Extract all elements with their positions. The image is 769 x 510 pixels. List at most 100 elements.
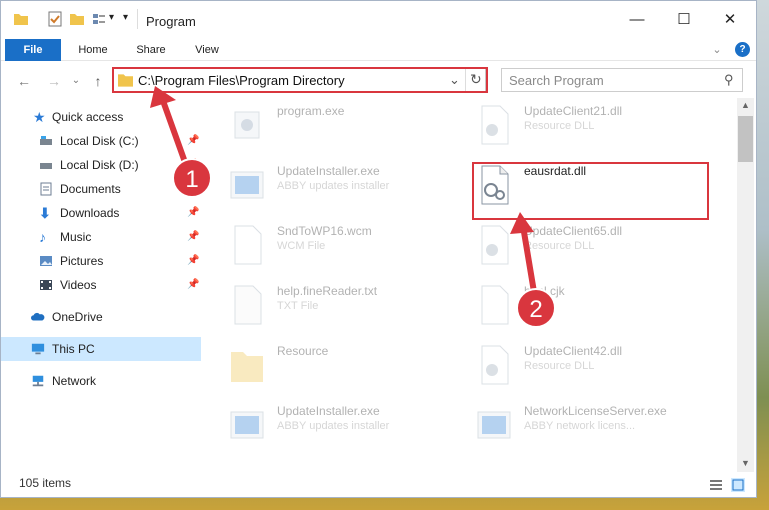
tab-file[interactable]: File bbox=[5, 39, 61, 61]
sidebar-item-label: Documents bbox=[60, 182, 121, 196]
folder-icon bbox=[231, 352, 263, 382]
sidebar-item-label: Pictures bbox=[60, 254, 104, 268]
file-type: ABBY network licens... bbox=[524, 420, 636, 432]
sidebar-item-label: This PC bbox=[52, 342, 95, 356]
file-item[interactable]: html.cjk bbox=[476, 278, 716, 330]
file-item[interactable]: SndToWP16.wcm WCM File bbox=[229, 218, 469, 270]
sidebar-item-label: Local Disk (D:) bbox=[60, 158, 139, 172]
file-name: UpdateClient21.dll bbox=[524, 104, 623, 118]
step-2-badge: 2 bbox=[516, 288, 556, 328]
customize-toolbar-icon[interactable]: ▾ bbox=[123, 12, 128, 23]
file-item[interactable]: help.fineReader.txt TXT File bbox=[229, 278, 469, 330]
large-icons-view-icon[interactable] bbox=[731, 478, 745, 492]
sidebar-item-music[interactable]: ♪ Music 📌 bbox=[1, 225, 201, 249]
installer-icon bbox=[477, 411, 511, 439]
minimize-button[interactable]: — bbox=[614, 5, 660, 33]
drive-icon bbox=[40, 136, 52, 145]
forward-button[interactable]: → bbox=[45, 72, 63, 90]
sidebar-item-pictures[interactable]: Pictures 📌 bbox=[1, 249, 201, 273]
file-name: UpdateInstaller.exe bbox=[277, 404, 380, 418]
file-item[interactable]: UpdateClient42.dll Resource DLL bbox=[476, 338, 716, 390]
sidebar-item-local-disk-d[interactable]: Local Disk (D:) 📌 bbox=[1, 153, 201, 177]
folder-item[interactable]: Resource bbox=[229, 338, 469, 390]
pictures-icon bbox=[40, 256, 52, 266]
up-button[interactable]: ↑ bbox=[89, 72, 107, 90]
file-item[interactable]: NetworkLicenseServer.exe ABBY network li… bbox=[476, 398, 716, 450]
expand-ribbon-icon[interactable]: ⌄ bbox=[709, 39, 725, 61]
back-button[interactable]: ← bbox=[15, 72, 33, 90]
file-icon bbox=[234, 225, 262, 265]
text-file-icon bbox=[234, 285, 262, 325]
ribbon-tabs: File Home Share View ⌄ ? bbox=[1, 39, 756, 61]
sidebar-item-videos[interactable]: Videos 📌 bbox=[1, 273, 201, 297]
dll-file-icon bbox=[481, 345, 509, 385]
scroll-down-icon[interactable]: ▼ bbox=[741, 458, 750, 468]
sidebar-item-documents[interactable]: Documents 📌 bbox=[1, 177, 201, 201]
pin-icon: 📌 bbox=[187, 279, 200, 290]
file-item[interactable]: UpdateInstaller.exe ABBY updates install… bbox=[229, 398, 469, 450]
file-item[interactable]: UpdateClient21.dll Resource DLL bbox=[476, 98, 716, 150]
tab-home[interactable]: Home bbox=[71, 39, 115, 61]
file-name: UpdateInstaller.exe bbox=[277, 164, 380, 178]
close-button[interactable]: ✕ bbox=[707, 5, 753, 33]
file-item[interactable]: program.exe bbox=[229, 98, 469, 150]
window-title: Program bbox=[146, 14, 196, 29]
sidebar-item-local-disk-c[interactable]: Local Disk (C:) 📌 bbox=[1, 129, 201, 153]
file-type: Resource DLL bbox=[524, 120, 595, 132]
pin-icon: 📌 bbox=[187, 231, 200, 242]
new-folder-icon[interactable] bbox=[69, 11, 85, 27]
divider bbox=[137, 9, 138, 29]
file-name: NetworkLicenseServer.exe bbox=[524, 404, 667, 418]
search-input[interactable]: Search Program ⚲ bbox=[501, 68, 743, 92]
pc-icon bbox=[31, 343, 45, 355]
file-item[interactable]: UpdateInstaller.exe ABBY updates install… bbox=[229, 158, 469, 210]
videos-icon bbox=[40, 280, 52, 290]
view-options-icon[interactable] bbox=[91, 11, 107, 27]
tab-view[interactable]: View bbox=[185, 39, 229, 61]
help-icon[interactable]: ? bbox=[735, 42, 750, 57]
file-type: ABBY updates installer bbox=[277, 180, 390, 192]
installer-icon bbox=[230, 411, 264, 439]
music-icon: ♪ bbox=[39, 229, 46, 245]
sidebar-item-label: Local Disk (C:) bbox=[60, 134, 139, 148]
search-icon[interactable]: ⚲ bbox=[724, 72, 734, 88]
item-count: 105 items bbox=[19, 476, 72, 490]
status-bar: 105 items bbox=[1, 473, 756, 497]
pin-icon: 📌 bbox=[187, 255, 200, 266]
properties-icon[interactable] bbox=[47, 11, 63, 27]
file-name: UpdateClient42.dll bbox=[524, 344, 623, 358]
sidebar-item-label: Network bbox=[52, 374, 97, 388]
file-icon bbox=[481, 285, 509, 325]
sidebar-item-quick-access[interactable]: ★ Quick access bbox=[1, 105, 201, 129]
drive-icon bbox=[40, 163, 52, 169]
maximize-button[interactable]: ☐ bbox=[661, 5, 707, 33]
download-icon: ⬇ bbox=[39, 205, 51, 221]
recent-locations-icon[interactable]: ⌄ bbox=[67, 72, 85, 90]
pin-icon: 📌 bbox=[187, 207, 200, 218]
file-type: ABBY updates installer bbox=[277, 420, 390, 432]
file-type: Resource DLL bbox=[524, 360, 595, 372]
vertical-scrollbar[interactable]: ▲ ▼ bbox=[737, 98, 754, 472]
sidebar-item-this-pc[interactable]: This PC bbox=[1, 337, 201, 361]
sidebar-item-network[interactable]: Network bbox=[1, 369, 201, 393]
file-item[interactable]: UpdateClient65.dll Resource DLL bbox=[476, 218, 716, 270]
file-type: Resource DLL bbox=[524, 240, 595, 252]
scroll-thumb[interactable] bbox=[738, 116, 753, 162]
network-icon bbox=[32, 375, 44, 387]
sidebar-item-label: OneDrive bbox=[52, 310, 103, 324]
details-view-icon[interactable] bbox=[709, 478, 723, 492]
file-highlight-box bbox=[472, 162, 709, 220]
search-placeholder: Search Program bbox=[509, 73, 604, 88]
pin-icon: 📌 bbox=[187, 135, 200, 146]
sidebar-item-onedrive[interactable]: OneDrive bbox=[1, 305, 201, 329]
step-1-badge: 1 bbox=[172, 158, 212, 198]
scroll-up-icon[interactable]: ▲ bbox=[741, 100, 750, 110]
navigation-pane: ★ Quick access Local Disk (C:) 📌 Local D… bbox=[1, 105, 201, 465]
file-name: Resource bbox=[277, 344, 329, 358]
file-name: SndToWP16.wcm bbox=[277, 224, 372, 238]
sidebar-item-downloads[interactable]: ⬇ Downloads 📌 bbox=[1, 201, 201, 225]
file-name: help.fineReader.txt bbox=[277, 284, 378, 298]
file-name: program.exe bbox=[277, 104, 345, 118]
tab-share[interactable]: Share bbox=[129, 39, 173, 61]
qa-dropdown-icon[interactable]: ▾ bbox=[109, 12, 114, 23]
